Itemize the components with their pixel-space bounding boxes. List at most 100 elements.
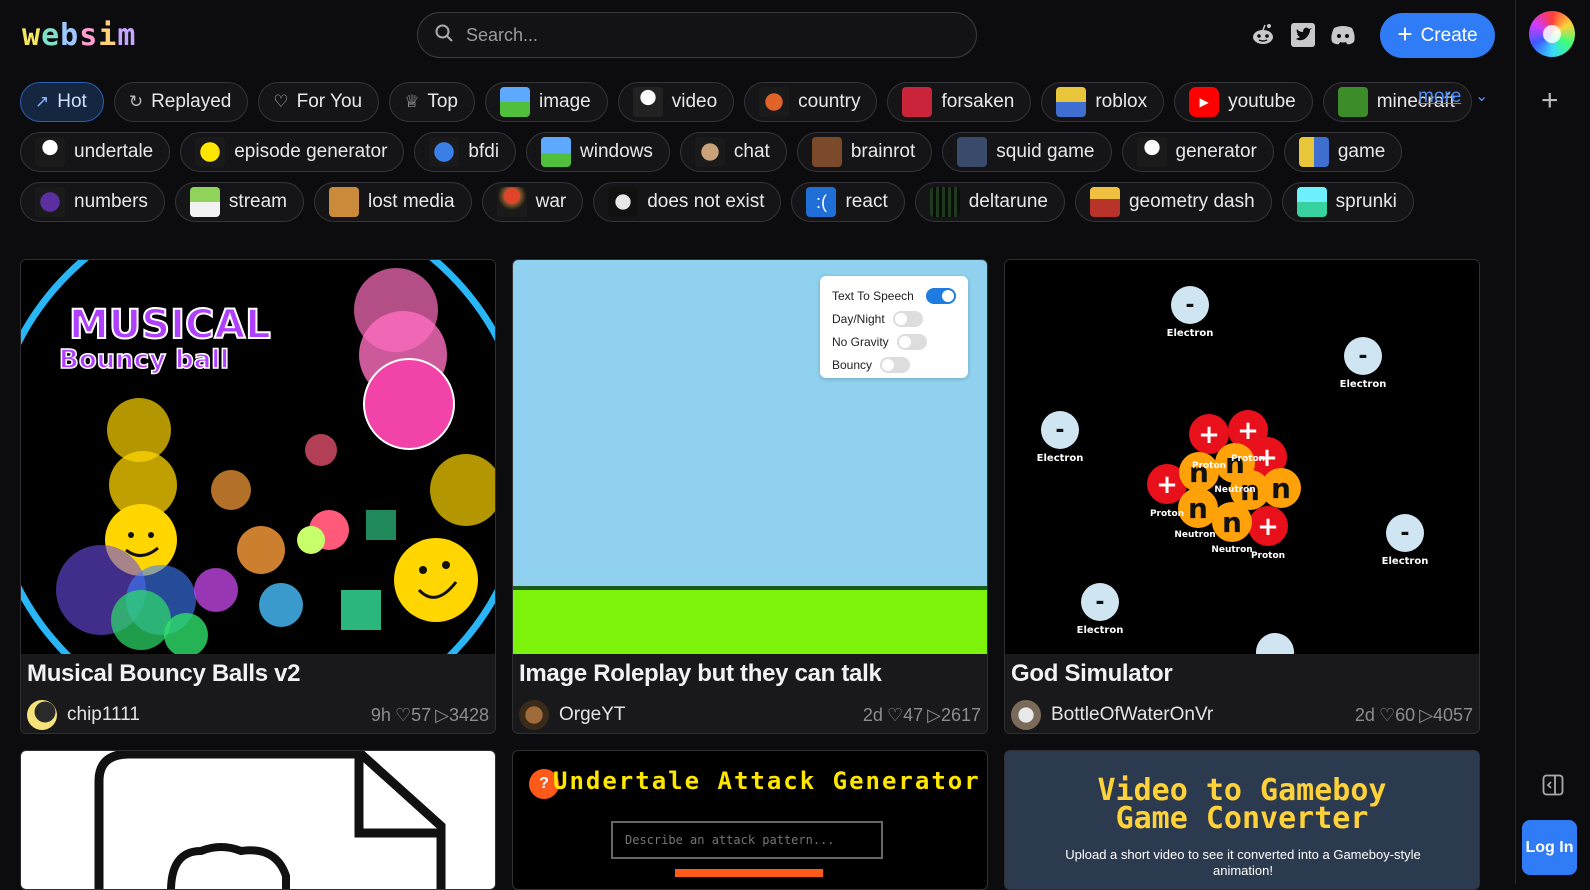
- plus-icon: +: [1397, 19, 1413, 49]
- tag-bfdi[interactable]: bfdi: [414, 132, 517, 172]
- card-thumbnail[interactable]: - - - - - Electron Electron Electron Electro…: [1005, 260, 1479, 654]
- plays-count: ▷2617: [927, 705, 981, 725]
- user-avatar[interactable]: [1529, 11, 1575, 57]
- avatar[interactable]: [27, 700, 57, 730]
- plus-icon[interactable]: +: [1541, 84, 1559, 118]
- tag-numbers[interactable]: numbers: [20, 182, 165, 222]
- tag-replayed[interactable]: ↻ Replayed: [113, 82, 249, 122]
- svg-text:+: +: [1198, 420, 1220, 450]
- sidebar-toggle-icon[interactable]: [1542, 774, 1564, 801]
- tag-video[interactable]: video: [617, 82, 735, 122]
- setting-text-to-speech: Text To Speech: [832, 284, 956, 307]
- neutron-label: Neutron: [1174, 530, 1215, 540]
- more-tags-link[interactable]: more: [1418, 86, 1461, 108]
- tag-does-not-exist[interactable]: does not exist: [593, 182, 782, 222]
- card-title[interactable]: God Simulator: [1011, 660, 1173, 688]
- tag-chat[interactable]: chat: [679, 132, 787, 172]
- reddit-icon[interactable]: [1250, 22, 1276, 48]
- tag-brainrot[interactable]: brainrot: [796, 132, 933, 172]
- toggle-switch[interactable]: [896, 333, 927, 350]
- tag-row: numbers stream lost media war does not e…: [20, 182, 1500, 222]
- atom-preview: - - - - - Electron Electron Electron Electro…: [1037, 286, 1428, 654]
- avatar[interactable]: [1011, 700, 1041, 730]
- generator-tag-icon: [1136, 137, 1167, 167]
- create-button[interactable]: + Create: [1380, 13, 1495, 58]
- electron-label: Electron: [1340, 379, 1387, 390]
- avatar[interactable]: [519, 700, 549, 730]
- toggle-switch[interactable]: [926, 287, 956, 304]
- tag-lost-media[interactable]: lost media: [314, 182, 472, 222]
- project-card[interactable]: Video to Gameboy Game Converter Upload a…: [1004, 750, 1480, 890]
- project-card[interactable]: [20, 750, 496, 890]
- login-button[interactable]: Log In: [1522, 820, 1577, 875]
- tag-deltarune[interactable]: deltarune: [914, 182, 1065, 222]
- tag-hot[interactable]: ↗ Hot: [20, 82, 104, 122]
- tag-label: brainrot: [850, 141, 916, 162]
- author-name[interactable]: chip1111: [67, 704, 140, 726]
- setting-label: No Gravity: [832, 334, 889, 349]
- author-name[interactable]: OrgeYT: [559, 704, 626, 726]
- youtube-icon: ▶: [1189, 87, 1220, 117]
- tag-react[interactable]: :(react: [791, 182, 905, 222]
- neutron-label: Neutron: [1211, 545, 1252, 555]
- tag-label: episode generator: [234, 141, 388, 162]
- tag-label: react: [845, 191, 888, 212]
- card-author[interactable]: chip1111: [27, 700, 140, 730]
- project-card[interactable]: MUSICAL Bouncy ball Musical Bouncy Balls…: [20, 259, 496, 734]
- tag-roblox[interactable]: roblox: [1041, 82, 1165, 122]
- tag-windows[interactable]: windows: [526, 132, 670, 172]
- tag-war[interactable]: war: [481, 182, 584, 222]
- discord-icon[interactable]: [1330, 22, 1356, 48]
- card-thumbnail[interactable]: Text To Speech Day/Night No Gravity Boun…: [513, 260, 987, 654]
- grass: [513, 590, 987, 654]
- image-tag-icon: [500, 87, 530, 117]
- svg-text:-: -: [1358, 344, 1367, 369]
- setting-label: Bouncy: [832, 357, 873, 372]
- search-input[interactable]: [464, 23, 948, 47]
- svg-text:+: +: [1257, 512, 1279, 542]
- chevron-down-icon[interactable]: ⌄: [1475, 86, 1488, 106]
- tag-geometry-dash[interactable]: geometry dash: [1074, 182, 1272, 222]
- tag-image[interactable]: image: [485, 82, 608, 122]
- svg-text:n: n: [1271, 472, 1291, 505]
- card-author[interactable]: OrgeYT: [519, 700, 626, 730]
- svg-text:-: -: [1400, 521, 1409, 546]
- tag-game[interactable]: game: [1283, 132, 1403, 172]
- tag-sprunki[interactable]: sprunki: [1281, 182, 1414, 222]
- card-title[interactable]: Musical Bouncy Balls v2: [27, 660, 301, 688]
- project-card[interactable]: ? Undertale Attack Generator: [512, 750, 988, 890]
- tag-youtube[interactable]: ▶ youtube: [1174, 82, 1313, 122]
- tag-stream[interactable]: stream: [174, 182, 304, 222]
- toggle-switch[interactable]: [892, 310, 923, 327]
- project-card[interactable]: Text To Speech Day/Night No Gravity Boun…: [512, 259, 988, 734]
- tag-generator[interactable]: generator: [1121, 132, 1274, 172]
- deltarune-tag-icon: [929, 187, 960, 217]
- search-bar[interactable]: [417, 12, 977, 58]
- tag-undertale[interactable]: undertale: [20, 132, 171, 172]
- bfdi-tag-icon: [429, 137, 460, 167]
- numbers-tag-icon: [35, 187, 65, 217]
- websim-logo[interactable]: websim: [22, 18, 136, 53]
- tag-label: squid game: [996, 141, 1095, 162]
- generate-button[interactable]: [675, 869, 823, 877]
- tag-for-you[interactable]: ♡ For You: [258, 82, 380, 122]
- card-title[interactable]: Image Roleplay but they can talk: [519, 660, 882, 688]
- right-rail: +: [1515, 0, 1590, 884]
- author-name[interactable]: BottleOfWaterOnVr: [1051, 704, 1213, 726]
- tag-label: roblox: [1095, 91, 1148, 112]
- search-icon: [434, 23, 454, 48]
- tag-country[interactable]: country: [744, 82, 878, 122]
- electron-label: Electron: [1077, 625, 1124, 636]
- twitter-icon[interactable]: [1290, 22, 1316, 48]
- tag-top[interactable]: ♕ Top: [389, 82, 475, 122]
- bouncy-balls-preview: MUSICAL Bouncy ball: [21, 260, 495, 654]
- card-author[interactable]: BottleOfWaterOnVr: [1011, 700, 1213, 730]
- attack-pattern-input[interactable]: [611, 821, 883, 859]
- tag-episode-generator[interactable]: episode generator: [180, 132, 405, 172]
- tag-squid-game[interactable]: squid game: [942, 132, 1112, 172]
- heart-icon: ♡: [273, 92, 289, 111]
- tag-forsaken[interactable]: forsaken: [887, 82, 1032, 122]
- toggle-switch[interactable]: [880, 356, 911, 373]
- card-thumbnail[interactable]: MUSICAL Bouncy ball: [21, 260, 495, 654]
- project-card[interactable]: - - - - - Electron Electron Electron Electro…: [1004, 259, 1480, 734]
